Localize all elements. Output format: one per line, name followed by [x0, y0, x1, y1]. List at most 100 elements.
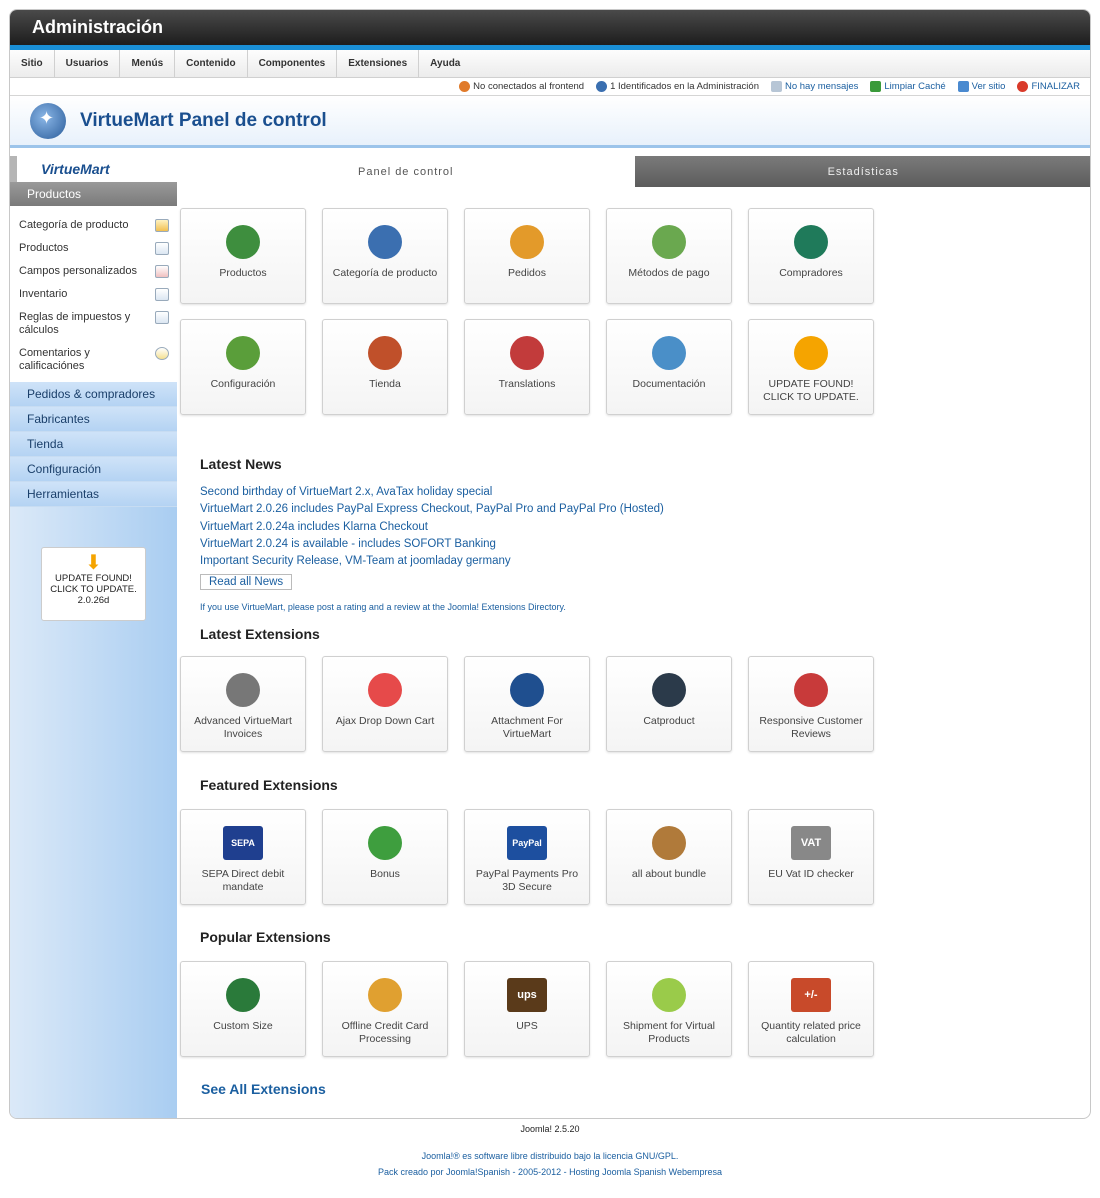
tab-estadisticas[interactable]: Estadísticas — [634, 156, 1090, 187]
sidebar-update-button[interactable]: ⬇ UPDATE FOUND! CLICK TO UPDATE. 2.0.26d — [41, 547, 146, 621]
tile-translations[interactable]: Translations — [464, 319, 590, 415]
top-header: Administración — [10, 10, 1090, 50]
sidebar-section-tienda[interactable]: Tienda — [10, 432, 177, 457]
clear-cache-text: Limpiar Caché — [884, 81, 946, 92]
footer-credits: Pack creado por Joomla!Spanish - 2005-20… — [0, 1167, 1100, 1177]
read-all-news-button[interactable]: Read all News — [200, 574, 293, 590]
inventory-icon — [155, 288, 169, 301]
tile-label: Configuración — [210, 378, 276, 390]
tile-label: Responsive Customer Reviews — [759, 715, 863, 740]
menu-sitio[interactable]: Sitio — [10, 50, 55, 77]
news-link[interactable]: VirtueMart 2.0.24 is available - include… — [200, 536, 664, 553]
sepa-icon: SEPA — [223, 826, 263, 860]
mail-icon — [770, 81, 782, 92]
catproduct-icon — [652, 673, 686, 707]
tile-paypal[interactable]: PayPal PayPal Payments Pro 3D Secure — [464, 809, 590, 905]
sidebar-item-campos[interactable]: Campos personalizados — [10, 260, 177, 283]
paypal-icon: PayPal — [507, 826, 547, 860]
footer-license-link[interactable]: Joomla!® es software libre distribuido b… — [422, 1151, 679, 1161]
menu-usuarios[interactable]: Usuarios — [55, 50, 121, 77]
frontend-status: No conectados al frontend — [459, 81, 584, 92]
tile-bundle-box[interactable]: all about bundle — [606, 809, 732, 905]
main-content: Panel de control Estadísticas Productos C… — [177, 156, 1090, 1118]
tile-category[interactable]: Categoría de producto — [322, 208, 448, 304]
featured-extensions-title: Featured Extensions — [200, 777, 338, 793]
sidebar-section-fabricantes[interactable]: Fabricantes — [10, 407, 177, 432]
sidebar-section-configuracion[interactable]: Configuración — [10, 457, 177, 482]
sidebar-section-herramientas[interactable]: Herramientas — [10, 482, 177, 507]
sidebar-item-categoria[interactable]: Categoría de producto — [10, 214, 177, 237]
tile-price-calc[interactable]: +/- Quantity related price calculation — [748, 961, 874, 1057]
tile-store[interactable]: Tienda — [322, 319, 448, 415]
clear-cache-link[interactable]: Limpiar Caché — [870, 81, 946, 92]
menu-menus[interactable]: Menús — [120, 50, 176, 77]
menu-ayuda[interactable]: Ayuda — [419, 50, 471, 77]
sidebar-section-pedidos[interactable]: Pedidos & compradores — [10, 382, 177, 407]
sidebar-item-inventario[interactable]: Inventario — [10, 283, 177, 306]
sidebar-item-label: Comentarios y calificaciónes — [19, 347, 90, 372]
ups-icon: ups — [507, 978, 547, 1012]
tile-award[interactable]: Responsive Customer Reviews — [748, 656, 874, 752]
tile-update-arrow[interactable]: UPDATE FOUND! CLICK TO UPDATE. — [748, 319, 874, 415]
see-all-extensions-link[interactable]: See All Extensions — [201, 1081, 326, 1097]
gift-icon — [368, 826, 402, 860]
tile-magnifier[interactable]: Documentación — [606, 319, 732, 415]
admin-window: Administración Sitio Usuarios Menús Cont… — [9, 9, 1091, 1119]
payment-icon — [652, 225, 686, 259]
tile-gift[interactable]: Bonus — [322, 809, 448, 905]
tile-cart-wheel[interactable]: Ajax Drop Down Cart — [322, 656, 448, 752]
latest-news-title: Latest News — [200, 456, 282, 472]
menu-extensiones[interactable]: Extensiones — [337, 50, 420, 77]
latest-extensions-grid: Advanced VirtueMart Invoices Ajax Drop Do… — [180, 656, 874, 752]
tile-label: Quantity related price calculation — [761, 1020, 861, 1045]
tile-orders[interactable]: Pedidos — [464, 208, 590, 304]
sidebar-item-impuestos[interactable]: Reglas de impuestos y cálculos — [10, 306, 177, 342]
tile-shipment[interactable]: Shipment for Virtual Products — [606, 961, 732, 1057]
messages-link[interactable]: No hay mensajes — [770, 81, 858, 92]
view-site-link[interactable]: Ver sitio — [957, 81, 1005, 92]
tile-invoice[interactable]: Advanced VirtueMart Invoices — [180, 656, 306, 752]
tile-credit-card[interactable]: Offline Credit Card Processing — [322, 961, 448, 1057]
tile-wrench[interactable]: Configuración — [180, 319, 306, 415]
tile-label: Documentación — [632, 378, 706, 390]
tile-payment[interactable]: Métodos de pago — [606, 208, 732, 304]
news-link[interactable]: VirtueMart 2.0.26 includes PayPal Expres… — [200, 501, 664, 518]
footer-version: Joomla! 2.5.20 — [520, 1124, 580, 1134]
tile-label: Pedidos — [508, 267, 546, 279]
news-link[interactable]: Second birthday of VirtueMart 2.x, AvaTa… — [200, 484, 664, 501]
status-bar: No conectados al frontend 1 Identificado… — [10, 78, 1090, 96]
dashboard-row-2: Configuración Tienda Translations Documenta… — [180, 319, 874, 415]
sidebar-item-productos[interactable]: Productos — [10, 237, 177, 260]
update-line1: UPDATE FOUND! — [55, 573, 132, 584]
tile-vat[interactable]: VAT EU Vat ID checker — [748, 809, 874, 905]
tile-sepa[interactable]: SEPA SEPA Direct debit mandate — [180, 809, 306, 905]
sidebar-item-label: Categoría de producto — [19, 219, 129, 231]
sidebar-item-label: Productos — [19, 242, 69, 254]
sidebar-logo[interactable]: VirtueMart — [10, 156, 177, 182]
tile-label: Translations — [498, 378, 556, 390]
tile-custom-size[interactable]: Custom Size — [180, 961, 306, 1057]
tile-ups[interactable]: ups UPS — [464, 961, 590, 1057]
news-link[interactable]: VirtueMart 2.0.24a includes Klarna Check… — [200, 519, 664, 536]
logout-link[interactable]: FINALIZAR — [1017, 81, 1080, 92]
sidebar-section-productos[interactable]: Productos — [10, 182, 177, 206]
tile-label: UPS — [516, 1020, 538, 1032]
tile-attachment-box[interactable]: Attachment For VirtueMart — [464, 656, 590, 752]
tab-panel-de-control[interactable]: Panel de control — [177, 156, 635, 187]
tile-label: Advanced VirtueMart Invoices — [194, 715, 292, 740]
news-link[interactable]: Important Security Release, VM-Team at j… — [200, 553, 664, 570]
menu-contenido[interactable]: Contenido — [175, 50, 248, 77]
tile-catproduct[interactable]: Catproduct — [606, 656, 732, 752]
rating-link[interactable]: If you use VirtueMart, please post a rat… — [200, 602, 566, 612]
footer-license: Joomla!® es software libre distribuido b… — [0, 1151, 1100, 1161]
sidebar-product-list: Categoría de producto Productos Campos p… — [10, 206, 177, 382]
tile-barcode[interactable]: Productos — [180, 208, 306, 304]
tile-shoppers[interactable]: Compradores — [748, 208, 874, 304]
news-list: Second birthday of VirtueMart 2.x, AvaTa… — [200, 484, 664, 570]
tile-label: Ajax Drop Down Cart — [335, 715, 435, 727]
sidebar-item-comentarios[interactable]: Comentarios y calificaciónes — [10, 342, 177, 378]
update-arrow-icon — [794, 336, 828, 370]
menu-componentes[interactable]: Componentes — [248, 50, 338, 77]
users-icon — [459, 81, 471, 92]
footer-credits-link[interactable]: Pack creado por Joomla!Spanish - 2005-20… — [378, 1167, 722, 1177]
